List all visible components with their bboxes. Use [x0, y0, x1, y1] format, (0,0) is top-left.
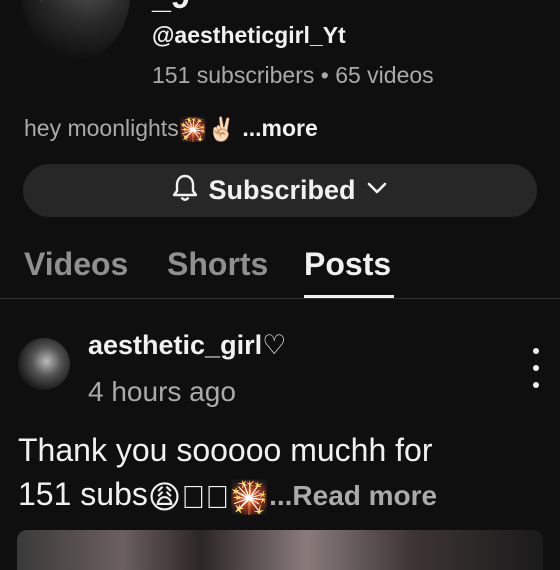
active-tab-indicator	[304, 295, 394, 298]
read-more-link[interactable]: ...Read more	[269, 480, 437, 511]
post-text-line2: 151 subs	[18, 476, 148, 512]
subscribed-button[interactable]: Subscribed	[23, 164, 537, 217]
chevron-down-icon	[366, 181, 388, 200]
bell-icon	[172, 174, 198, 207]
post-author-avatar[interactable]	[18, 338, 70, 390]
stats-separator: •	[320, 62, 329, 88]
video-count: 65 videos	[335, 62, 434, 88]
post-author-name[interactable]: aesthetic_girl♡	[88, 330, 286, 361]
post-timestamp: 4 hours ago	[88, 376, 236, 407]
channel-tabs: Videos Shorts Posts	[0, 240, 560, 299]
subscriber-count: 151 subscribers	[152, 62, 315, 88]
post-text-line1: Thank you sooooo muchh for	[18, 432, 433, 468]
post-text-line2-wrap: 151 subs😩▯🏻🎇...Read more	[18, 472, 548, 519]
description-emojis: 🎇✌🏻	[178, 116, 236, 143]
description-more-link[interactable]: ...more	[242, 115, 317, 141]
subscribed-label: Subscribed	[208, 175, 356, 205]
channel-description[interactable]: hey moonlights🎇✌🏻 ...more	[24, 115, 318, 143]
channel-stats: 151 subscribers • 65 videos	[152, 62, 434, 89]
tab-videos[interactable]: Videos	[24, 246, 128, 283]
post-image[interactable]	[17, 530, 543, 570]
post-emojis: 😩▯🏻🎇	[147, 478, 270, 515]
channel-title: _9	[152, 0, 190, 17]
tab-posts[interactable]: Posts	[304, 246, 391, 283]
tab-shorts[interactable]: Shorts	[167, 246, 268, 283]
channel-handle: @aestheticgirl_Yt	[152, 22, 346, 48]
channel-avatar[interactable]	[22, 0, 130, 60]
description-text: hey moonlights	[24, 115, 179, 141]
more-options-icon[interactable]	[526, 348, 546, 388]
post-body[interactable]: Thank you sooooo muchh for 151 subs😩▯🏻🎇.…	[18, 428, 548, 519]
